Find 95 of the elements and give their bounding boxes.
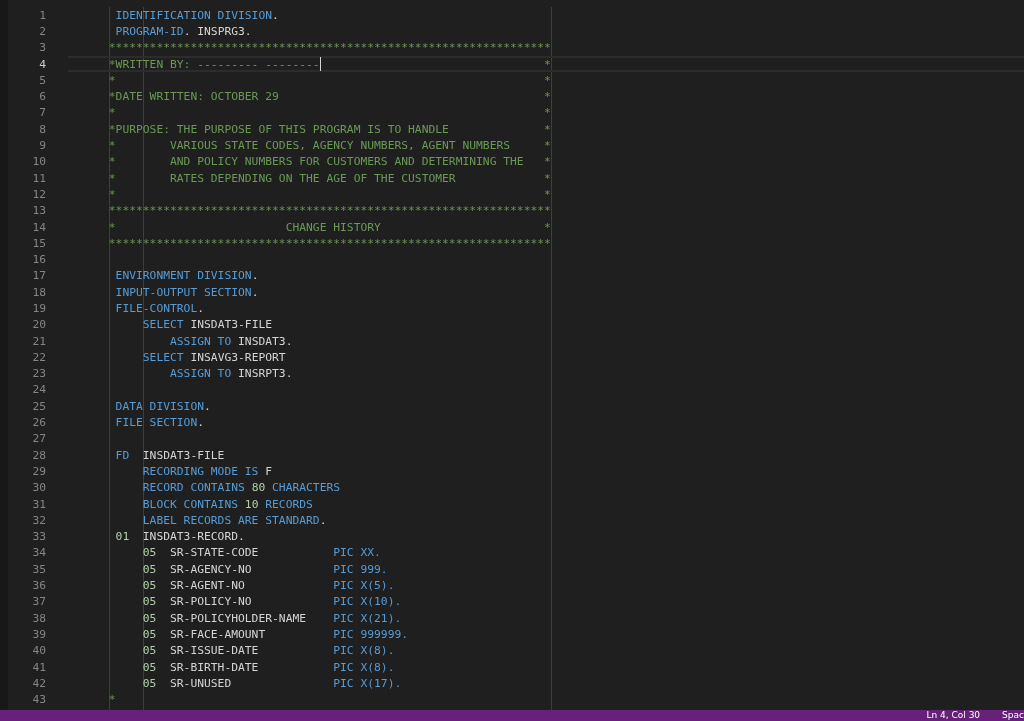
code-line: 05 SR-STATE-CODE PIC XX. — [141, 546, 381, 560]
comment-border-text: * — [544, 139, 551, 152]
line-number: 39 — [31, 627, 46, 641]
line-number: 12 — [31, 187, 46, 201]
line-number: 19 — [31, 302, 46, 315]
code-line: 05 SR-UNUSED PIC X(17). — [141, 676, 402, 690]
line-number: 28 — [31, 448, 46, 462]
comment-border-text: * — [544, 123, 551, 136]
code-line: 05 SR-POLICY-NO PIC X(10). — [141, 595, 402, 609]
code-line: 05 SR-FACE-AMOUNT PIC 999999. — [141, 627, 409, 641]
code-line: RECORD CONTAINS 80 CHARACTERS — [141, 481, 341, 495]
line-number: 40 — [31, 644, 46, 658]
code-line: ASSIGN TO INSRPT3. — [169, 367, 293, 381]
code-line: * RATES DEPENDING ON THE AGE OF THE CUSTOMER — [108, 171, 456, 185]
line-number: 41 — [31, 660, 46, 674]
comment-border-text: * — [544, 220, 551, 234]
code-line: 05 SR-BIRTH-DATE PIC X(8). — [141, 660, 395, 674]
code-line: 05 SR-POLICYHOLDER-NAME PIC X(21). — [141, 611, 402, 625]
line-number: 22 — [31, 350, 46, 364]
code-line: IDENTIFICATION DIVISION. — [114, 8, 279, 22]
line-number: 3 — [38, 41, 46, 55]
code-line: * VARIOUS STATE CODES, AGENCY NUMBERS, AGENT NUMBERS — [108, 139, 511, 153]
code-line: * CHANGE HISTORY — [108, 220, 381, 234]
code-line: DATA DIVISION. — [114, 399, 211, 413]
line-number: 37 — [31, 595, 46, 609]
line-number: 4 — [38, 57, 46, 71]
line-number: 23 — [31, 367, 46, 381]
code-line: *DATE WRITTEN: OCTOBER 29 — [108, 90, 279, 104]
line-number: 30 — [31, 481, 46, 495]
line-number: 10 — [31, 155, 46, 169]
line-number: 38 — [31, 611, 46, 625]
line-number: 33 — [31, 530, 46, 544]
line-number: 25 — [31, 399, 46, 413]
code-line: * — [108, 693, 116, 707]
code-line: ***************************************************************** — [108, 41, 551, 55]
line-number: 11 — [31, 171, 46, 185]
code-line: * — [108, 73, 116, 87]
comment-border-text: * — [544, 90, 551, 103]
comment-border-text: * — [544, 171, 551, 185]
code-line: SELECT INSAVG3-REPORT — [141, 350, 286, 364]
code-line: ASSIGN TO INSDAT3. — [169, 334, 293, 348]
line-number: 16 — [31, 253, 46, 267]
line-number: 26 — [31, 416, 46, 430]
line-number: 31 — [31, 497, 46, 511]
line-number: 36 — [31, 579, 46, 593]
code-line: ***************************************************************** — [108, 204, 551, 218]
line-number: 42 — [31, 676, 46, 690]
code-line: FD INSDAT3-FILE — [114, 448, 225, 462]
line-number: 21 — [31, 334, 46, 348]
line-number: 24 — [31, 383, 46, 397]
line-number: 35 — [31, 562, 46, 576]
code-line: ***************************************************************** — [108, 236, 551, 250]
line-number: 34 — [31, 546, 46, 560]
code-line: * — [108, 106, 116, 120]
line-number: 14 — [31, 220, 46, 234]
line-number: 27 — [31, 432, 46, 446]
line-number: 5 — [38, 73, 46, 87]
line-number: 7 — [38, 106, 46, 120]
status-item[interactable]: Ln 4, Col 30 — [926, 710, 981, 721]
line-number: 13 — [31, 204, 46, 218]
code-line: * — [108, 187, 116, 201]
code-line: 05 SR-ISSUE-DATE PIC X(8). — [141, 644, 395, 658]
code-line: * AND POLICY NUMBERS FOR CUSTOMERS AND DETERMINING THE — [108, 155, 524, 169]
code-line: 01 INSDAT3-RECORD. — [114, 530, 245, 544]
comment-border-text: * — [544, 74, 551, 87]
code-line: FILE SECTION. — [114, 416, 205, 430]
line-number: 32 — [31, 513, 46, 527]
code-line: ENVIRONMENT DIVISION. — [114, 269, 259, 283]
line-number: 18 — [31, 285, 46, 299]
code-line: *WRITTEN BY: --------- -------- — [108, 57, 320, 71]
line-number: 8 — [38, 122, 46, 136]
line-number: 2 — [38, 24, 46, 38]
code-line: SELECT INSDAT3-FILE — [141, 318, 273, 332]
line-number: 20 — [31, 318, 46, 332]
status-item[interactable]: Spac — [1002, 710, 1024, 721]
code-line: BLOCK CONTAINS 10 RECORDS — [141, 497, 313, 511]
line-number: 1 — [38, 8, 46, 22]
code-line: RECORDING MODE IS F — [141, 464, 273, 478]
code-line: PROGRAM-ID. INSPRG3. — [114, 24, 252, 38]
comment-border-text: * — [544, 188, 551, 201]
code-line: INPUT-OUTPUT SECTION. — [114, 285, 259, 299]
comment-border-text: * — [544, 57, 551, 71]
code-line: 05 SR-AGENT-NO PIC X(5). — [141, 579, 395, 593]
comment-border-text: * — [544, 106, 551, 120]
code-line: FILE-CONTROL. — [114, 302, 205, 315]
line-number: 17 — [31, 269, 46, 283]
line-number: 43 — [31, 693, 46, 707]
code-line: *PURPOSE: THE PURPOSE OF THIS PROGRAM IS TO HANDLE — [108, 122, 449, 136]
line-number: 9 — [38, 139, 46, 152]
line-number: 15 — [31, 236, 46, 250]
code-line: 05 SR-AGENCY-NO PIC 999. — [141, 562, 388, 576]
code-line: LABEL RECORDS ARE STANDARD. — [141, 513, 327, 527]
line-number: 6 — [38, 90, 46, 104]
comment-border-text: * — [544, 155, 551, 168]
line-number: 29 — [31, 464, 46, 478]
